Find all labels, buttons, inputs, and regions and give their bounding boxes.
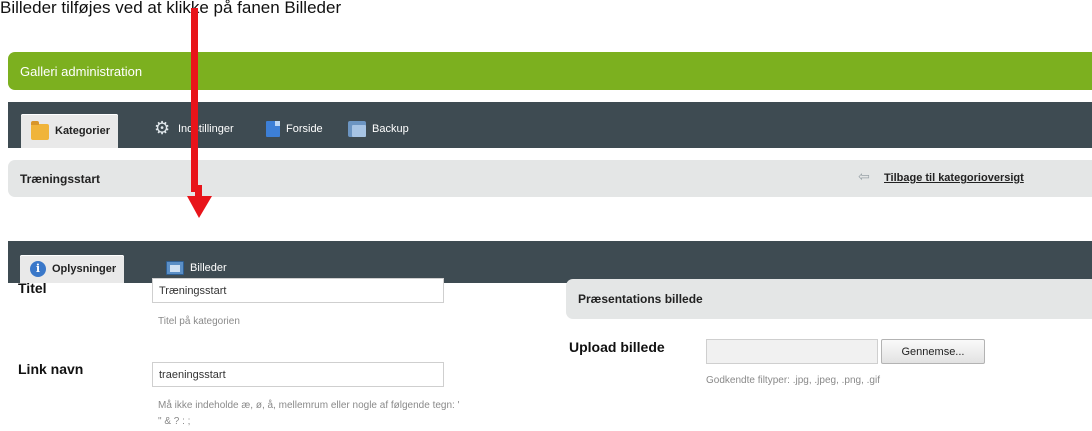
nav-item-label: Indstillinger	[178, 123, 234, 135]
upload-image-label: Upload billede	[569, 339, 665, 355]
back-to-overview-link[interactable]: Tilbage til kategorioversigt	[884, 172, 1024, 184]
instruction-caption: Billeder tilføjes ved at klikke på fanen…	[0, 0, 342, 17]
nav-item-backup[interactable]: Backup	[348, 116, 409, 142]
app-title-bar: Galleri administration	[8, 52, 1092, 90]
file-path-field[interactable]	[706, 339, 878, 364]
tab-label: Oplysninger	[52, 263, 117, 275]
arrow-left-icon: ⇦	[858, 169, 870, 185]
nav-item-label: Forside	[286, 123, 323, 135]
images-icon	[166, 261, 184, 275]
nav-item-label: Backup	[372, 123, 409, 135]
app-title: Galleri administration	[20, 64, 143, 79]
link-name-label: Link navn	[18, 361, 84, 377]
link-name-hint: Må ikke indeholde æ, ø, å, mellemrum ell…	[158, 400, 460, 411]
main-nav: Kategorier Indstillinger Forside Backup	[8, 102, 1092, 148]
link-name-input[interactable]	[152, 362, 444, 387]
nav-item-label: Kategorier	[55, 125, 111, 137]
page-icon	[266, 121, 280, 137]
info-icon: i	[30, 261, 46, 277]
tab-label: Billeder	[190, 262, 227, 274]
nav-item-forside[interactable]: Forside	[266, 116, 323, 142]
link-name-hint-chars: " & ? : ;	[158, 416, 191, 427]
nav-item-kategorier[interactable]: Kategorier	[21, 114, 119, 148]
panel-title: Præsentations billede	[578, 292, 703, 306]
nav-item-indstillinger[interactable]: Indstillinger	[154, 116, 234, 142]
browse-button[interactable]: Gennemse...	[881, 339, 985, 364]
title-label: Titel	[18, 280, 47, 296]
folder-icon	[31, 121, 49, 140]
presentation-image-panel-header: Præsentations billede	[566, 279, 1092, 319]
allowed-filetypes-hint: Godkendte filtyper: .jpg, .jpeg, .png, .…	[706, 375, 880, 386]
backup-icon	[348, 121, 366, 137]
title-hint: Titel på kategorien	[158, 316, 240, 327]
gear-icon	[154, 118, 172, 139]
title-input[interactable]	[152, 278, 444, 303]
page-title: Træningsstart	[20, 172, 101, 186]
tab-oplysninger[interactable]: i Oplysninger	[20, 255, 125, 283]
tab-bar: i Oplysninger Billeder	[8, 241, 1092, 283]
